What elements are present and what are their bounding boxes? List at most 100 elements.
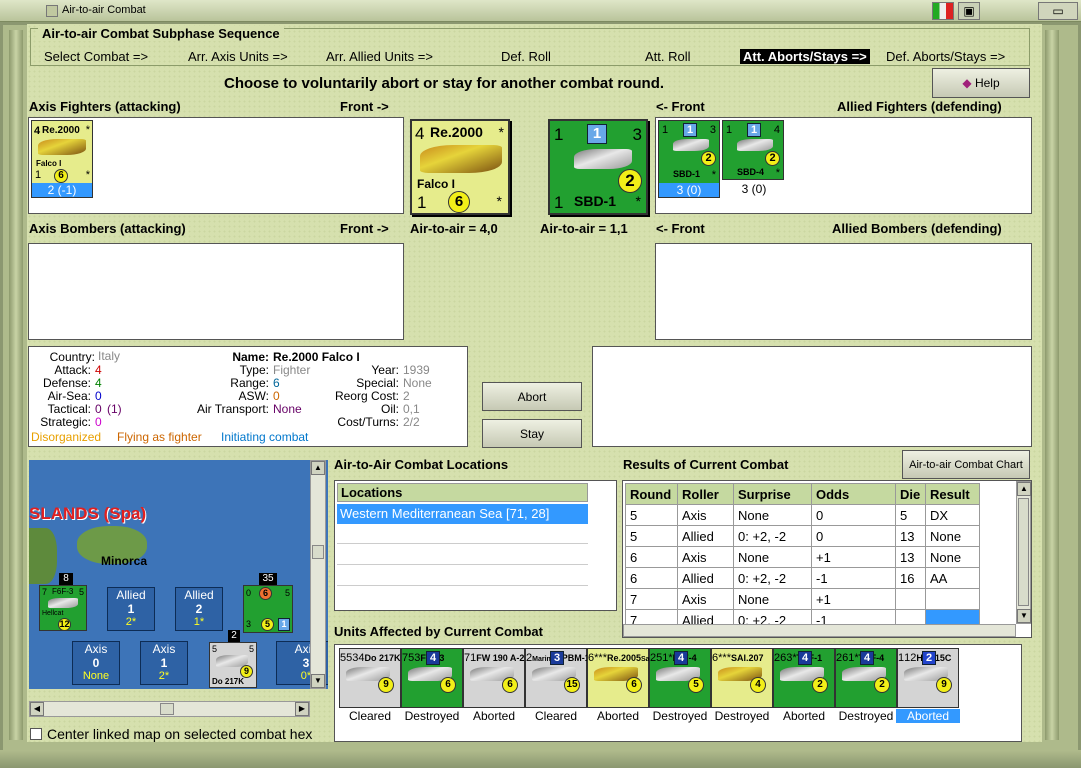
map-vscroll-thumb[interactable] (312, 545, 324, 559)
window-menu-icon[interactable] (46, 5, 58, 17)
sbd4-plane-icon (737, 139, 773, 151)
results-hscroll[interactable] (623, 624, 1016, 637)
tactical-value: 0 (95, 402, 102, 416)
results-scroll-up-icon[interactable]: ▲ (1017, 482, 1031, 496)
c2-star: * (775, 167, 780, 179)
map-mixed-stack[interactable]: 0 6 5 5 1 3 (243, 585, 293, 633)
results-row[interactable]: 5 Allied 0: +2, -2 0 13 None (625, 525, 980, 547)
map-scroll-down-icon[interactable]: ▼ (311, 674, 325, 688)
help-label: Help (974, 76, 1000, 90)
axis-fighter-counter[interactable]: 4 Re.2000 * Falco I 1 6 * 2 (-1) (31, 120, 93, 198)
map-scroll-left-icon[interactable]: ◀ (30, 702, 44, 716)
big-allied-name: SBD-1 (574, 193, 617, 209)
unit-status-label: Cleared (534, 709, 578, 723)
results-vscroll-thumb[interactable] (1018, 498, 1029, 606)
locations-list[interactable]: Locations Western Mediterranean Sea [71,… (334, 480, 617, 611)
big-axis-coin: 6 (448, 191, 470, 213)
reorg-value: 2 (403, 389, 410, 403)
cell-v: 2* (125, 616, 137, 628)
affected-unit-counter[interactable]: 6*6**Re.2005Sagittario (587, 648, 673, 708)
results-table: Round Roller Surprise Odds Die Result 5 Axis No… (625, 483, 980, 631)
special-label: Special: (356, 376, 399, 390)
big-axis-name: Re.2000 (430, 124, 483, 140)
affected-unit-counter[interactable]: 12912He 115C (897, 648, 959, 708)
center-map-checkbox[interactable] (30, 728, 42, 740)
affected-unit-counter[interactable]: 26423*TBF-1 (773, 648, 835, 708)
big-allied-a: 1 (554, 125, 564, 144)
allied-bombers-box[interactable] (655, 243, 1032, 340)
map-cell-axis-1[interactable]: Axis 1 2* (140, 641, 188, 685)
results-vscroll[interactable]: ▲ ▼ (1016, 481, 1031, 624)
big-axis-attack: 4 (415, 124, 425, 143)
range-label: Range: (230, 376, 269, 390)
affected-unit-counter[interactable]: 6* 4 **SAI.207 (711, 648, 773, 708)
allied-fighters-label: Allied Fighters (defending) (837, 99, 1002, 114)
map-cell-axis-0[interactable]: Axis 0 None (72, 641, 120, 685)
results-row[interactable]: 7 Axis None +1 (625, 588, 980, 610)
big-axis-star: * (498, 124, 504, 140)
results-cell: 6 (625, 546, 678, 568)
map-vscroll[interactable]: ▲ ▼ (310, 460, 326, 689)
results-cell: 0: +2, -2 (733, 525, 812, 547)
combat-chart-button[interactable]: Air-to-air Combat Chart (902, 450, 1030, 479)
results-title: Results of Current Combat (623, 457, 789, 472)
allied-fighter-counter-1[interactable]: 1 1 3 2 SBD-1 * 3 (0) (658, 120, 720, 198)
affected-unit-counter[interactable]: 55 9 34Do 217K (339, 648, 401, 708)
map-f6f-plane-icon (48, 598, 78, 608)
help-book-icon: ◆ (962, 76, 972, 90)
unit-blue-badge: 2 (922, 651, 936, 665)
counter-star: * (85, 124, 90, 136)
map-cell-allied-2[interactable]: Allied 2 1* (175, 587, 223, 631)
results-panel[interactable]: Round Roller Surprise Odds Die Result 5 Axis No… (622, 480, 1032, 638)
results-col-header[interactable]: Die (895, 483, 926, 505)
results-row[interactable]: 6 Allied 0: +2, -2 -1 16 AA (625, 567, 980, 589)
abort-button[interactable]: Abort (482, 382, 582, 411)
axis-bombers-box[interactable] (28, 243, 404, 340)
unit-blue-badge: 4 (426, 651, 440, 665)
map-scroll-right-icon[interactable]: ▶ (295, 702, 309, 716)
affected-unit-counter[interactable]: 23Mariner15*PBM-1 (525, 648, 590, 708)
unit-name: SAI.207 (730, 653, 764, 663)
help-button[interactable]: ◆ Help (932, 68, 1030, 98)
results-row[interactable]: 6 Axis None +1 13 None (625, 546, 980, 568)
counter-name: Re.2000 (42, 125, 80, 136)
counter-range: 6 (54, 169, 68, 183)
big-allied-def: 1 (554, 193, 564, 212)
map-f6f-coin: 12 (58, 618, 71, 631)
instruction-text: Choose to voluntarily abort or stay for … (224, 75, 665, 92)
map-f6f3-counter[interactable]: 7 F6F-3 5 Hellcat 12 (39, 585, 87, 631)
results-scroll-down-icon[interactable]: ▼ (1017, 609, 1031, 623)
axis-fighters-box[interactable]: 4 Re.2000 * Falco I 1 6 * 2 (-1) (28, 117, 404, 214)
location-item[interactable]: Western Mediterranean Sea [71, 28] (337, 504, 588, 524)
affected-unit-counter[interactable]: 7 6 1FW 190 A-2 (463, 648, 525, 708)
map-hscroll-thumb[interactable] (160, 703, 174, 715)
window-controls-icon[interactable]: ▭ (1038, 2, 1078, 20)
map-cell-allied-1[interactable]: Allied 1 2* (107, 587, 155, 631)
map-scroll-up-icon[interactable]: ▲ (311, 461, 325, 475)
affected-unit-counter[interactable]: 25451*F4F-4 (649, 648, 711, 708)
stay-button[interactable]: Stay (482, 419, 582, 448)
results-col-header[interactable]: Round (625, 483, 678, 505)
allied-fighters-box[interactable]: 1 1 3 2 SBD-1 * 3 (0) 1 1 4 2 SBD-4 * 3 … (655, 117, 1032, 214)
results-col-header[interactable]: Surprise (733, 483, 812, 505)
window-menu-button-icon[interactable]: ▣ (958, 2, 980, 20)
results-col-header[interactable]: Odds (811, 483, 896, 505)
unit-status-label: Aborted (472, 709, 516, 723)
allied-fighter-counter-2[interactable]: 1 1 4 2 SBD-4 * (722, 120, 784, 180)
results-cell: 0 (811, 525, 896, 547)
map-hscroll[interactable]: ◀ ▶ (29, 701, 310, 717)
cell-n: 0 (92, 656, 100, 670)
results-col-header[interactable]: Result (925, 483, 980, 505)
name-label: Name: (232, 350, 269, 364)
unit-status-label: Aborted (596, 709, 640, 723)
special-value: None (403, 376, 432, 390)
affected-unit-counter[interactable]: 26421*TBF-4 (835, 648, 897, 708)
map-city-label: Minorca (101, 554, 148, 568)
map-do217k-counter[interactable]: 5 5 9 Do 217K (209, 642, 257, 688)
results-row[interactable]: 5 Axis None 0 5 DX (625, 504, 980, 526)
attack-value: 4 (95, 363, 102, 377)
linked-map[interactable]: SLANDS (Spa) Minorca 8 7 F6F-3 5 Hellcat… (29, 460, 328, 689)
results-col-header[interactable]: Roller (677, 483, 734, 505)
map-do-name: Do 217K (212, 677, 245, 686)
affected-unit-counter[interactable]: 75463F6F-3 (401, 648, 463, 708)
